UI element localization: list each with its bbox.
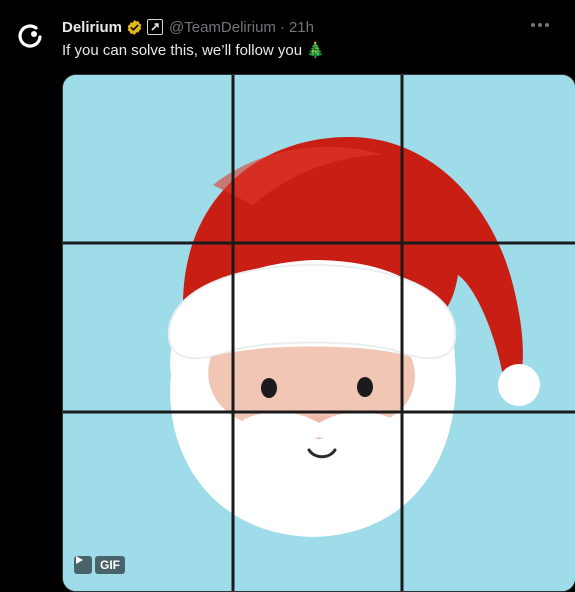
tweet-media-gif[interactable]: GIF: [62, 74, 575, 592]
gif-label: GIF: [95, 556, 125, 574]
hat-pompom: [498, 364, 540, 406]
santa-puzzle-image: [63, 75, 575, 591]
santa-right-eye: [357, 377, 373, 397]
more-options-icon: [531, 23, 549, 27]
delirium-logo-icon: [14, 20, 46, 52]
tweet-timestamp[interactable]: 21h: [289, 19, 314, 36]
play-icon[interactable]: [74, 556, 92, 574]
tweet-header: Delirium @TeamDelirium · 21h: [62, 16, 314, 38]
more-options-button[interactable]: [527, 14, 553, 36]
avatar[interactable]: [14, 20, 46, 52]
verified-badge-icon[interactable]: [126, 19, 143, 36]
separator-dot: ·: [279, 18, 285, 36]
gif-badge[interactable]: GIF: [74, 555, 125, 575]
santa-left-eye: [261, 378, 277, 398]
tweet-text: If you can solve this, we’ll follow you …: [62, 42, 325, 59]
tweet[interactable]: Delirium @TeamDelirium · 21h If you can …: [0, 0, 575, 592]
display-name[interactable]: Delirium: [62, 19, 122, 36]
affiliate-badge-icon[interactable]: [147, 19, 164, 35]
user-handle[interactable]: @TeamDelirium: [169, 19, 276, 36]
